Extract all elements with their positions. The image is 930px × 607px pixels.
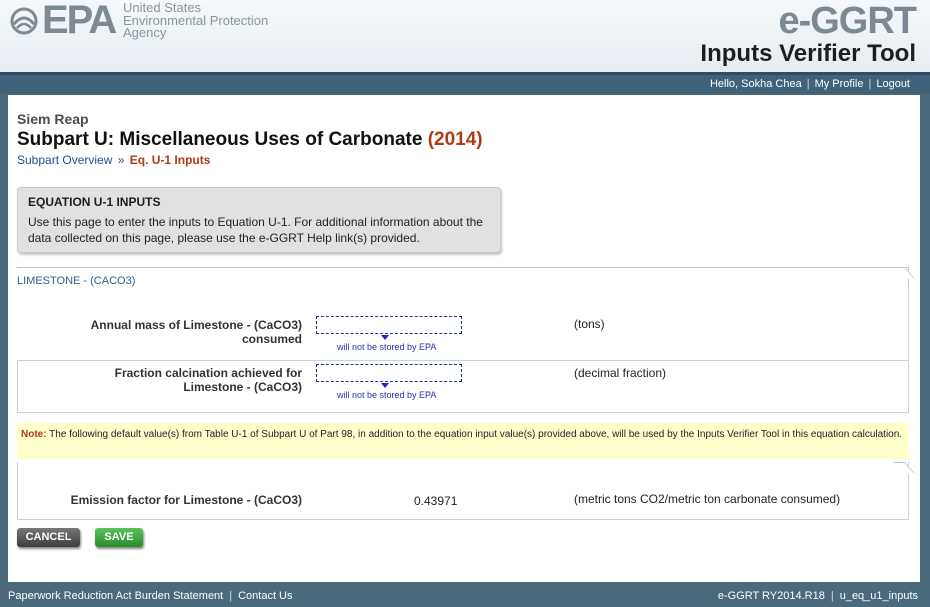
page-id: u_eq_u1_inputs (839, 590, 918, 602)
note-label: Note: (21, 429, 47, 440)
footer-separator: | (229, 590, 233, 602)
fraction-calcination-label-line2: Limestone - (CaCO3) (183, 380, 302, 394)
epa-flower-icon (10, 7, 38, 35)
note-bar: Note: The following default value(s) fro… (17, 423, 909, 459)
logout-link[interactable]: Logout (876, 78, 910, 90)
main-content: Siem Reap Subpart U: Miscellaneous Uses … (8, 95, 920, 582)
agency-name: United States Environmental Protection A… (123, 1, 268, 40)
fraction-calcination-units: (decimal fraction) (574, 366, 667, 380)
user-links: Hello, Sokha Chea | My Profile | Logout (710, 78, 910, 90)
footer-separator: | (830, 590, 834, 602)
page-title-text: Subpart U: Miscellaneous Uses of Carbona… (17, 129, 423, 150)
footer-links: Paperwork Reduction Act Burden Statement… (8, 590, 293, 602)
paperwork-link[interactable]: Paperwork Reduction Act Burden Statement (8, 590, 223, 602)
epa-logo[interactable]: EPA United States Environmental Protecti… (8, 0, 278, 42)
input-marker-icon (381, 383, 389, 388)
breadcrumb: Subpart Overview » Eq. U-1 Inputs (17, 153, 210, 167)
annual-mass-label: Annual mass of Limestone - (CaCO3) consu… (90, 318, 302, 346)
footer-version-info: e-GGRT RY2014.R18 | u_eq_u1_inputs (718, 590, 918, 602)
greeting: Hello, Sokha Chea (709, 78, 802, 90)
fraction-calcination-input[interactable] (316, 364, 462, 382)
contact-us-link[interactable]: Contact Us (238, 590, 292, 602)
info-box: EQUATION U-1 INPUTS Use this page to ent… (17, 187, 501, 253)
info-box-title: EQUATION U-1 INPUTS (28, 195, 161, 209)
note-text: The following default value(s) from Tabl… (46, 429, 903, 440)
site-header: EPA United States Environmental Protecti… (0, 0, 930, 72)
breadcrumb-separator: » (117, 153, 125, 167)
annual-mass-input[interactable] (316, 316, 462, 334)
tool-name: Inputs Verifier Tool (700, 40, 916, 67)
default-value-frame (17, 462, 909, 520)
emission-factor-units: (metric tons CO2/metric ton carbonate co… (574, 492, 841, 506)
app-version: e-GGRT RY2014.R18 (717, 590, 825, 602)
nav-separator: | (806, 78, 810, 90)
reporting-year: (2014) (427, 129, 483, 150)
app-name: e-GGRT (778, 0, 917, 42)
emission-factor-value: 0.43971 (414, 494, 458, 508)
annual-mass-units: (tons) (574, 317, 605, 331)
my-profile-link[interactable]: My Profile (815, 78, 864, 90)
nav-separator: | (868, 78, 872, 90)
section-legend: LIMESTONE - (CACO3) (17, 275, 140, 287)
epa-wordmark: EPA (42, 0, 117, 42)
facility-name: Siem Reap (17, 111, 89, 127)
annual-mass-note: will not be stored by EPA (337, 342, 437, 352)
page-title: Subpart U: Miscellaneous Uses of Carbona… (17, 129, 483, 151)
fraction-calcination-label-line1: Fraction calcination achieved for (114, 366, 302, 380)
fraction-calcination-note: will not be stored by EPA (337, 390, 437, 400)
input-marker-icon (381, 335, 389, 340)
breadcrumb-current: Eq. U-1 Inputs (129, 153, 211, 167)
agency-line-3: Agency (123, 25, 167, 40)
cancel-button[interactable]: CANCEL (17, 528, 80, 547)
app-badge: e-GGRT Inputs Verifier Tool (700, 0, 917, 68)
save-button[interactable]: SAVE (95, 528, 143, 547)
site-footer: Paperwork Reduction Act Burden Statement… (0, 585, 930, 607)
info-box-text: Use this page to enter the inputs to Equ… (28, 215, 483, 245)
top-nav: Hello, Sokha Chea | My Profile | Logout (0, 72, 930, 94)
breadcrumb-subpart-overview[interactable]: Subpart Overview (17, 153, 112, 167)
fraction-calcination-label: Fraction calcination achieved for Limest… (30, 366, 302, 394)
emission-factor-label: Emission factor for Limestone - (CaCO3) (70, 493, 302, 507)
